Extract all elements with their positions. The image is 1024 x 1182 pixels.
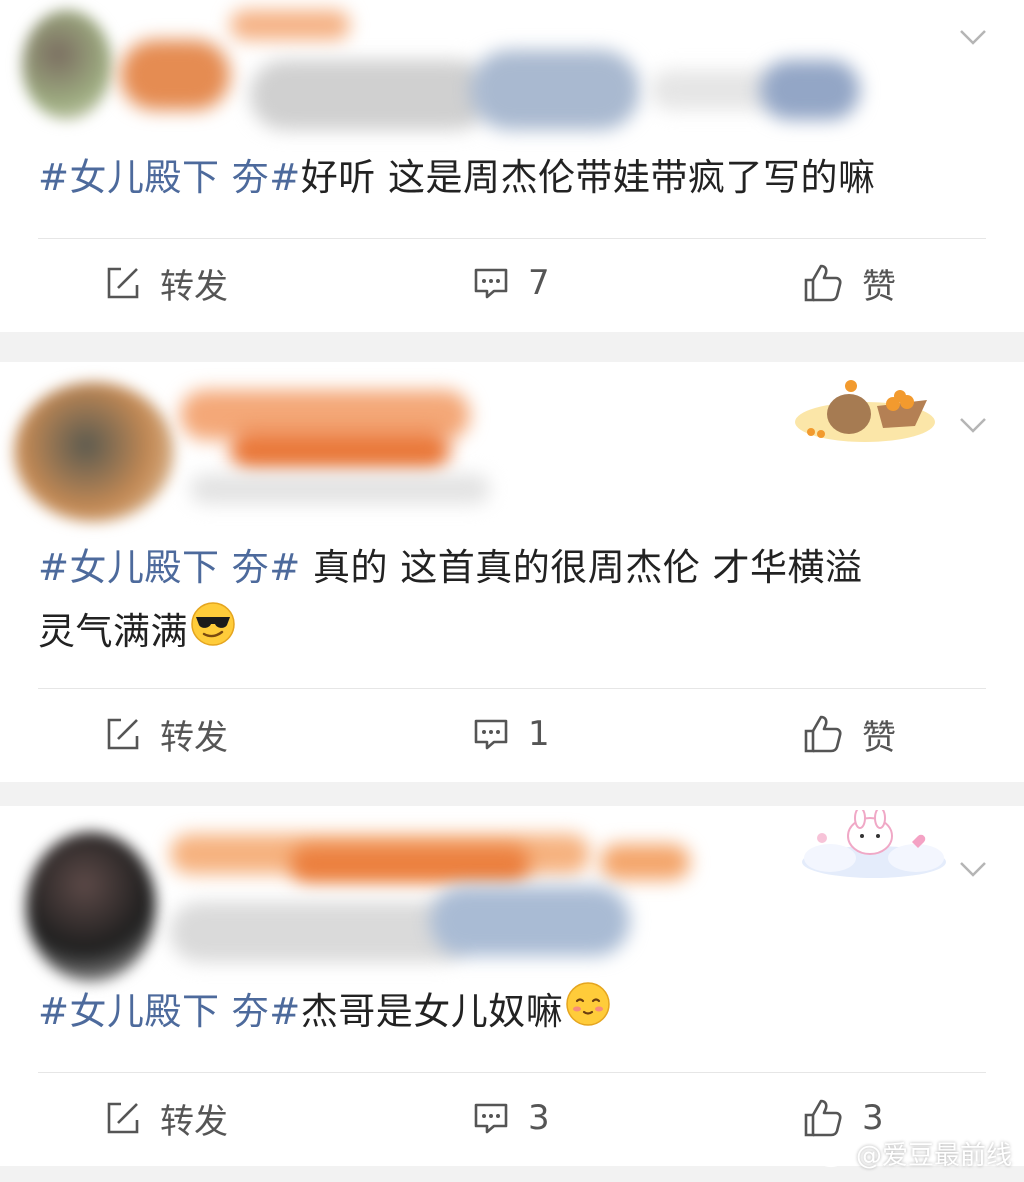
watermark-text: @爱豆最前线 — [855, 1141, 1012, 1171]
comment-body: 好听 这是周杰伦带娃带疯了写的嘛 — [300, 156, 876, 199]
watermark: @爱豆最前线 — [816, 1135, 1012, 1172]
chevron-down-icon[interactable] — [958, 410, 988, 440]
comment-bubble-icon — [474, 268, 508, 299]
comment-bubble-icon — [474, 719, 508, 750]
divider — [38, 238, 986, 239]
divider — [38, 688, 986, 689]
thumbs-up-icon — [804, 1099, 842, 1137]
repost-label: 转发 — [160, 717, 228, 758]
comment-body-line2: 灵气满满 — [38, 610, 188, 653]
divider — [38, 1072, 986, 1073]
comment-button[interactable]: 1 — [472, 694, 550, 774]
thumbs-up-icon — [804, 715, 842, 753]
repost-button[interactable]: 转发 — [104, 243, 228, 323]
comment-card: #女儿殿下 夯#好听 这是周杰伦带娃带疯了写的嘛 转发 7 赞 — [0, 0, 1024, 332]
comment-count: 3 — [528, 1098, 550, 1138]
like-label: 赞 — [862, 717, 896, 758]
weibo-logo-icon — [816, 1142, 849, 1167]
comment-button[interactable]: 7 — [472, 243, 550, 323]
edit-icon — [107, 267, 139, 299]
bunny-cloud-badge — [800, 807, 948, 880]
comment-card: #女儿殿下 夯# 真的 这首真的很周杰伦 才华横溢 灵气满满 转发 1 赞 — [0, 362, 1024, 782]
hashtag-link[interactable]: #女儿殿下 夯# — [38, 156, 301, 199]
repost-button[interactable]: 转发 — [104, 1078, 228, 1158]
edit-icon — [107, 1102, 139, 1134]
comment-bubble-icon — [474, 1103, 508, 1134]
like-button[interactable]: 赞 — [802, 243, 896, 323]
repost-label: 转发 — [160, 1101, 228, 1142]
comment-card: #女儿殿下 夯#杰哥是女儿奴嘛 转发 3 3 — [0, 806, 1024, 1166]
comment-text: #女儿殿下 夯# 真的 这首真的很周杰伦 才华横溢 灵气满满 — [38, 536, 954, 667]
action-bar: 转发 1 赞 — [0, 694, 1024, 774]
hashtag-link[interactable]: #女儿殿下 夯# — [38, 990, 301, 1033]
capybara-badge — [795, 376, 935, 442]
repost-button[interactable]: 转发 — [104, 694, 228, 774]
comment-button[interactable]: 3 — [472, 1078, 550, 1158]
action-bar: 转发 7 赞 — [0, 243, 1024, 323]
comment-count: 1 — [528, 714, 550, 754]
edit-icon — [107, 718, 139, 750]
comment-count: 7 — [528, 263, 550, 303]
chevron-down-icon[interactable] — [958, 22, 988, 52]
like-button[interactable]: 赞 — [802, 694, 896, 774]
hashtag-link[interactable]: #女儿殿下 夯# — [38, 546, 301, 589]
like-label: 赞 — [862, 266, 896, 307]
comment-body: 杰哥是女儿奴嘛 — [300, 990, 564, 1033]
comment-text: #女儿殿下 夯#杰哥是女儿奴嘛 — [38, 980, 954, 1047]
thumbs-up-icon — [804, 264, 842, 302]
chevron-down-icon[interactable] — [958, 854, 988, 884]
comment-body: 真的 这首真的很周杰伦 才华横溢 — [300, 546, 863, 589]
blush-emoji — [565, 981, 611, 1047]
comment-text: #女儿殿下 夯#好听 这是周杰伦带娃带疯了写的嘛 — [38, 146, 954, 210]
sunglasses-emoji — [190, 601, 236, 667]
like-count: 3 — [862, 1098, 884, 1138]
repost-label: 转发 — [160, 266, 228, 307]
